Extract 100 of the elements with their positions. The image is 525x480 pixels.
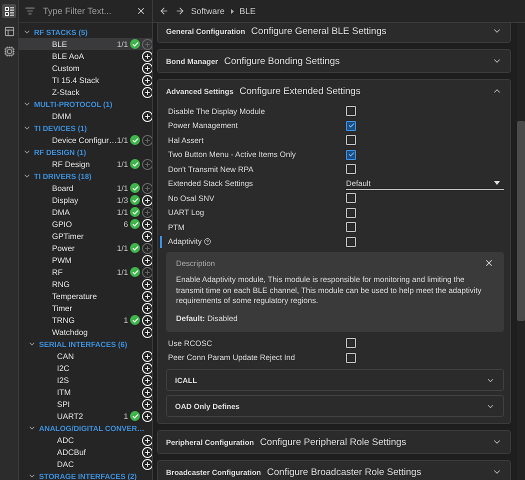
module-name: RF xyxy=(52,268,64,276)
instance-count: 1/1 xyxy=(116,268,128,276)
instance-count: 1/1 xyxy=(116,40,128,48)
module-name: GPIO xyxy=(52,220,74,228)
close-icon[interactable] xyxy=(484,258,494,268)
instance-count: 1 xyxy=(124,316,128,324)
module-name: Power xyxy=(52,244,76,252)
module-item[interactable]: I2S xyxy=(19,374,152,386)
separator-icon xyxy=(230,8,234,14)
module-name: TI 15.4 Stack xyxy=(52,76,100,84)
module-item[interactable]: Timer xyxy=(19,302,152,314)
module-item[interactable]: Display 1/3 xyxy=(19,194,152,206)
module-name: Watchdog xyxy=(52,328,89,336)
module-item[interactable]: PWM xyxy=(19,254,152,266)
chevron-icon[interactable] xyxy=(23,172,31,180)
checkbox[interactable] xyxy=(346,222,356,232)
module-name: CAN xyxy=(57,352,75,360)
instance-count: 1/1 xyxy=(116,136,128,144)
section-subtitle: Configure Peripheral Role Settings xyxy=(260,436,408,448)
checkbox[interactable] xyxy=(346,106,356,116)
module-item[interactable]: ADCBuf xyxy=(19,446,152,458)
checkbox[interactable] xyxy=(346,352,356,363)
sidebar-tab[interactable] xyxy=(2,4,16,18)
module-name: PWM xyxy=(52,256,73,264)
instance-count: 1/1 xyxy=(116,160,128,168)
sidebar-tab[interactable] xyxy=(2,24,16,38)
module-item[interactable]: TI 15.4 Stack xyxy=(19,74,152,86)
section-subtitle: Configure General BLE Settings xyxy=(251,26,388,36)
checkbox[interactable] xyxy=(346,193,356,204)
module-name: ADC xyxy=(57,436,75,444)
instance-count: 1/1 xyxy=(116,244,128,252)
breadcrumb-link[interactable]: BLE xyxy=(240,6,256,16)
module-name: I2C xyxy=(57,364,70,372)
help-icon[interactable] xyxy=(204,238,211,246)
module-item[interactable]: DMA 1/1 xyxy=(19,206,152,218)
chevron-icon[interactable] xyxy=(28,340,36,348)
instance-count: 1/3 xyxy=(116,196,128,204)
module-item[interactable]: Z-Stack xyxy=(19,86,152,98)
module-item[interactable]: UART2 1 xyxy=(19,410,152,422)
checkbox[interactable] xyxy=(346,236,356,247)
module-item[interactable]: CAN xyxy=(19,350,152,362)
module-item[interactable]: RF Design 1/1 xyxy=(19,158,152,170)
module-item[interactable]: Board 1/1 xyxy=(19,182,152,194)
module-item[interactable]: Temperature xyxy=(19,290,152,302)
module-item[interactable]: I2C xyxy=(19,362,152,374)
module-item[interactable]: DAC xyxy=(19,458,152,470)
module-item[interactable]: DMM xyxy=(19,110,152,122)
module-item[interactable]: ADC xyxy=(19,434,152,446)
module-item[interactable]: Custom xyxy=(19,62,152,74)
module-name: UART2 xyxy=(57,412,84,420)
checkbox[interactable] xyxy=(346,164,356,174)
module-name: Temperature xyxy=(52,292,98,300)
breadcrumb-link[interactable]: Software xyxy=(191,6,225,16)
module-item[interactable]: ITM xyxy=(19,386,152,398)
checkbox[interactable] xyxy=(346,120,356,131)
instance-count: 1/1 xyxy=(116,208,128,216)
forward-icon[interactable] xyxy=(175,6,185,16)
module-item[interactable]: Watchdog xyxy=(19,326,152,338)
module-item[interactable]: RNG xyxy=(19,278,152,290)
module-name: BLE AoA xyxy=(52,52,86,60)
module-item[interactable]: BLE AoA xyxy=(19,50,152,62)
filter-icon xyxy=(25,6,35,16)
chevron-icon[interactable] xyxy=(23,28,31,36)
checkbox[interactable] xyxy=(346,208,356,218)
module-item[interactable]: GPIO 6 xyxy=(19,218,152,230)
checkbox[interactable] xyxy=(346,338,356,348)
chevron-icon[interactable] xyxy=(23,100,31,108)
section-subtitle: Configure Bonding Settings xyxy=(224,56,341,66)
module-name: RNG xyxy=(52,280,71,288)
module-item[interactable]: Device Configur…1/1 xyxy=(19,134,152,146)
instance-count: 6 xyxy=(124,220,128,228)
module-item[interactable]: RF 1/1 xyxy=(19,266,152,278)
module-name: Board xyxy=(52,184,74,192)
module-name: Display xyxy=(52,196,80,204)
module-item[interactable]: SPI xyxy=(19,398,152,410)
module-item[interactable]: TRNG 1 xyxy=(19,314,152,326)
checkbox[interactable] xyxy=(346,135,356,146)
module-name: DMM xyxy=(52,112,72,120)
filter-field[interactable]: Type Filter Text... xyxy=(41,5,130,17)
module-name: BLE xyxy=(52,40,68,48)
chevron-icon[interactable] xyxy=(28,472,36,480)
checkbox[interactable] xyxy=(346,150,356,160)
back-icon[interactable] xyxy=(159,6,169,16)
module-name: ITM xyxy=(57,388,72,396)
chevron-icon[interactable] xyxy=(28,424,36,432)
module-item[interactable]: BLE 1/1 xyxy=(19,38,152,50)
module-name: Custom xyxy=(52,64,81,72)
section-subtitle: Configure Broadcaster Role Settings xyxy=(267,466,422,478)
module-name: GPTimer xyxy=(52,232,85,240)
module-name: ADCBuf xyxy=(57,448,87,456)
module-item[interactable]: GPTimer xyxy=(19,230,152,242)
module-name: RF Design xyxy=(52,160,91,168)
module-item[interactable]: Power 1/1 xyxy=(19,242,152,254)
module-name: TRNG xyxy=(52,316,76,324)
close-icon[interactable] xyxy=(136,6,146,16)
chevron-icon[interactable] xyxy=(23,124,31,132)
chevron-icon[interactable] xyxy=(23,148,31,156)
module-name: SPI xyxy=(57,400,71,408)
instance-count: 1 xyxy=(124,412,128,420)
scrollbar-thumb[interactable] xyxy=(517,121,525,321)
